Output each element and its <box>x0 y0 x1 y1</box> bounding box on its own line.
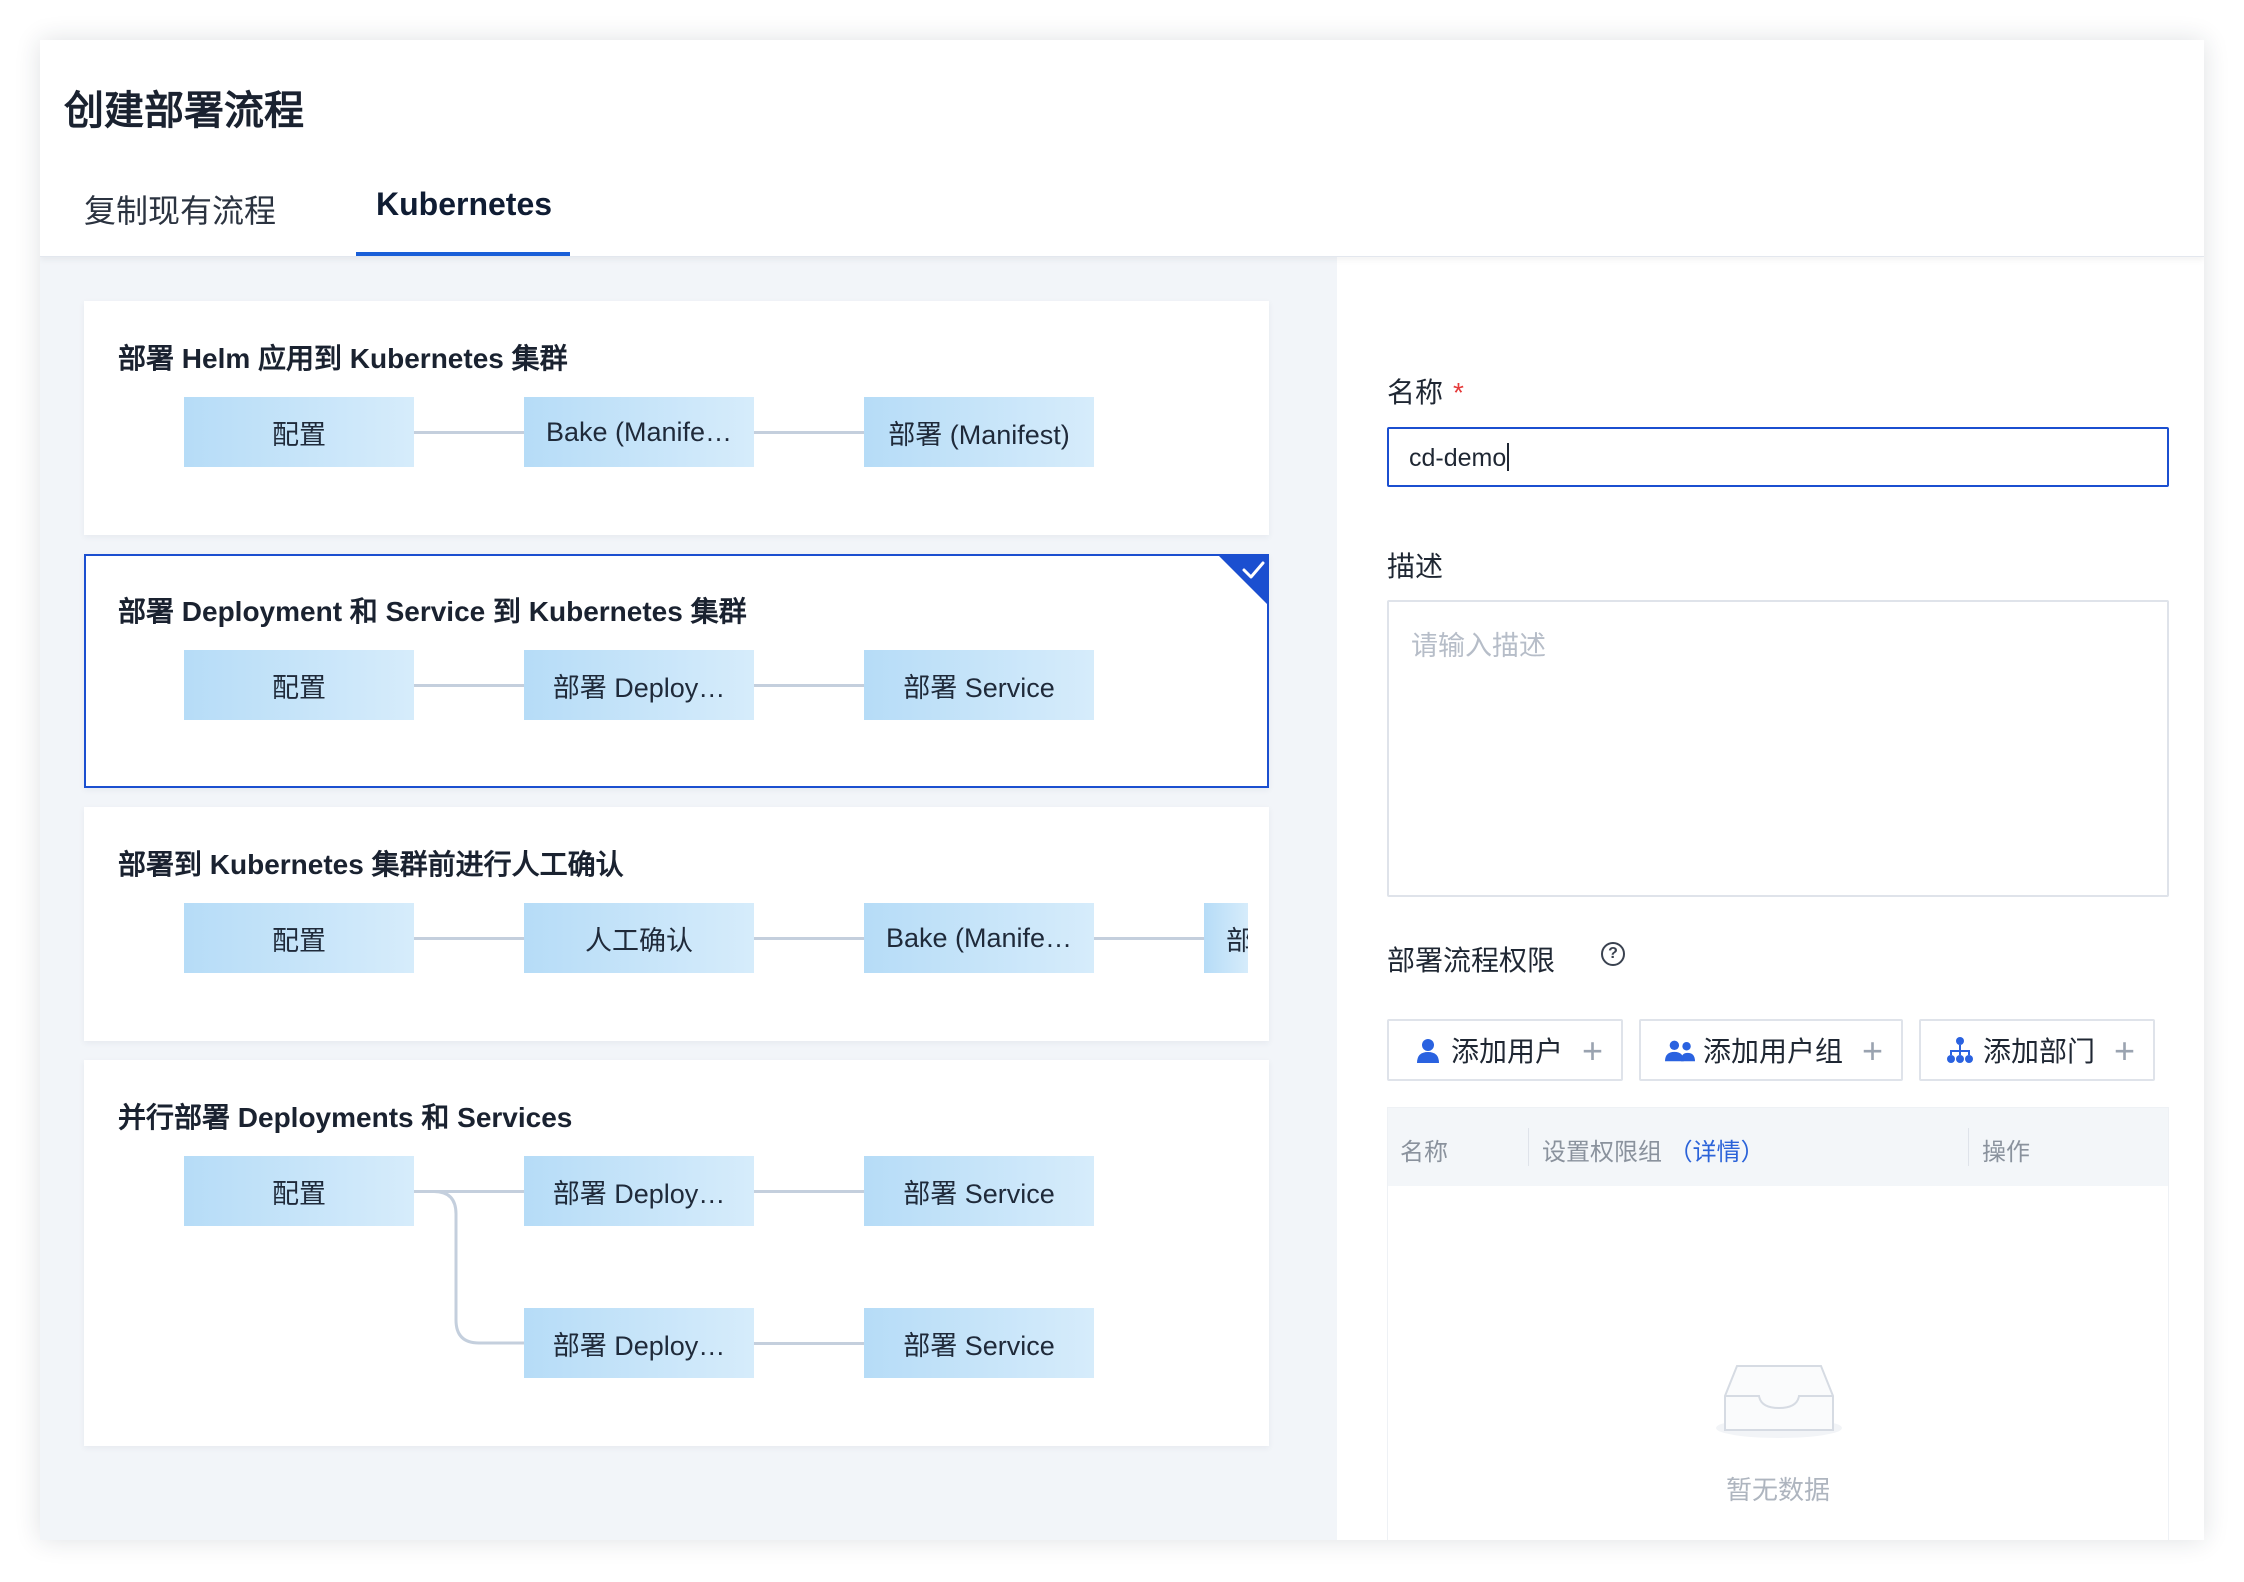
stage-node: 部署 Service <box>864 650 1094 720</box>
template-card-manual-confirm[interactable]: 部署到 Kubernetes 集群前进行人工确认 配置 人工确认 Bake (M… <box>84 807 1269 1041</box>
pipeline-form: 名称 * cd-demo 描述 请输入描述 部署流程权限 ? 添加用户 + 添加用… <box>1337 257 2204 1540</box>
text-caret <box>1507 443 1510 471</box>
stage-node: 部署 Service <box>864 1156 1094 1226</box>
description-label: 描述 <box>1387 551 1444 582</box>
department-icon <box>1945 1035 1975 1065</box>
stage-node: 配置 <box>184 903 414 973</box>
create-pipeline-dialog: 创建部署流程 复制现有流程 Kubernetes 部署 Helm 应用到 Kub… <box>40 40 2204 1540</box>
details-link[interactable]: （详情） <box>1669 1139 1765 1166</box>
template-title: 部署到 Kubernetes 集群前进行人工确认 <box>118 849 624 880</box>
template-card-deployment-service[interactable]: 部署 Deployment 和 Service 到 Kubernetes 集群 … <box>84 554 1269 788</box>
stage-node: 部署 Deploy… <box>524 1156 754 1226</box>
stage-node: 部署 (Manifest) <box>864 397 1094 467</box>
stage-node: 人工确认 <box>524 903 754 973</box>
add-user-group-button[interactable]: 添加用户组 + <box>1639 1019 1903 1081</box>
pipeline-connector <box>754 684 864 687</box>
plus-icon: + <box>2113 1030 2135 1071</box>
pipeline-connector <box>754 937 864 940</box>
pipeline-connector <box>414 431 524 434</box>
dialog-title: 创建部署流程 <box>64 89 304 133</box>
stage-node: 部 <box>1204 903 1248 973</box>
column-header-action: 操作 <box>1982 1139 2030 1166</box>
template-title: 部署 Helm 应用到 Kubernetes 集群 <box>118 343 568 374</box>
pipeline-connector <box>1094 937 1204 940</box>
column-header-name: 名称 <box>1400 1139 1448 1166</box>
name-label: 名称 * <box>1387 377 1464 408</box>
stage-node: 配置 <box>184 397 414 467</box>
tab-copy-existing[interactable]: 复制现有流程 <box>84 186 276 232</box>
template-card-parallel[interactable]: 并行部署 Deployments 和 Services 配置 部署 Deploy… <box>84 1060 1269 1446</box>
help-icon[interactable]: ? <box>1601 942 1625 966</box>
template-title: 部署 Deployment 和 Service 到 Kubernetes 集群 <box>118 596 747 627</box>
empty-inbox-icon <box>1716 1365 1842 1438</box>
dialog-header: 创建部署流程 复制现有流程 Kubernetes <box>40 40 2204 257</box>
pipeline-connector <box>414 937 524 940</box>
template-card-helm[interactable]: 部署 Helm 应用到 Kubernetes 集群 配置 Bake (Manif… <box>84 301 1269 535</box>
stage-node: 部署 Service <box>864 1308 1094 1378</box>
active-tab-indicator <box>356 252 570 256</box>
stage-node: 配置 <box>184 650 414 720</box>
template-title: 并行部署 Deployments 和 Services <box>118 1102 573 1133</box>
stage-node: Bake (Manife… <box>524 397 754 467</box>
plus-icon: + <box>1861 1030 1883 1071</box>
description-placeholder: 请输入描述 <box>1411 631 1546 661</box>
pipeline-connector <box>754 1342 864 1345</box>
pipeline-connector <box>754 1190 864 1193</box>
plus-icon: + <box>1581 1030 1603 1071</box>
column-divider <box>1968 1128 1969 1166</box>
stage-node: 部署 Deploy… <box>524 650 754 720</box>
column-header-group: 设置权限组 （详情） <box>1542 1139 1765 1166</box>
tab-kubernetes[interactable]: Kubernetes <box>376 186 552 223</box>
permission-label: 部署流程权限 <box>1387 945 1556 976</box>
description-textarea[interactable]: 请输入描述 <box>1387 600 2169 897</box>
column-divider <box>1528 1128 1529 1166</box>
name-input[interactable]: cd-demo <box>1387 427 2169 487</box>
user-icon <box>1413 1035 1443 1065</box>
template-list[interactable]: 部署 Helm 应用到 Kubernetes 集群 配置 Bake (Manif… <box>40 257 1337 1540</box>
pipeline-connector <box>754 431 864 434</box>
stage-node: 部署 Deploy… <box>524 1308 754 1378</box>
add-department-button[interactable]: 添加部门 + <box>1919 1019 2155 1081</box>
empty-state-text: 暂无数据 <box>1725 1475 1830 1505</box>
add-user-button[interactable]: 添加用户 + <box>1387 1019 1623 1081</box>
stage-node: Bake (Manife… <box>864 903 1094 973</box>
parallel-branch-connector <box>414 1190 526 1345</box>
user-group-icon <box>1665 1035 1695 1065</box>
required-mark: * <box>1453 377 1464 408</box>
table-header: 名称 设置权限组 （详情） 操作 <box>1388 1108 2168 1186</box>
selected-check-icon <box>1217 554 1269 606</box>
stage-node: 配置 <box>184 1156 414 1226</box>
permission-table: 名称 设置权限组 （详情） 操作 暂无数据 <box>1387 1107 2169 1540</box>
pipeline-connector <box>414 684 524 687</box>
